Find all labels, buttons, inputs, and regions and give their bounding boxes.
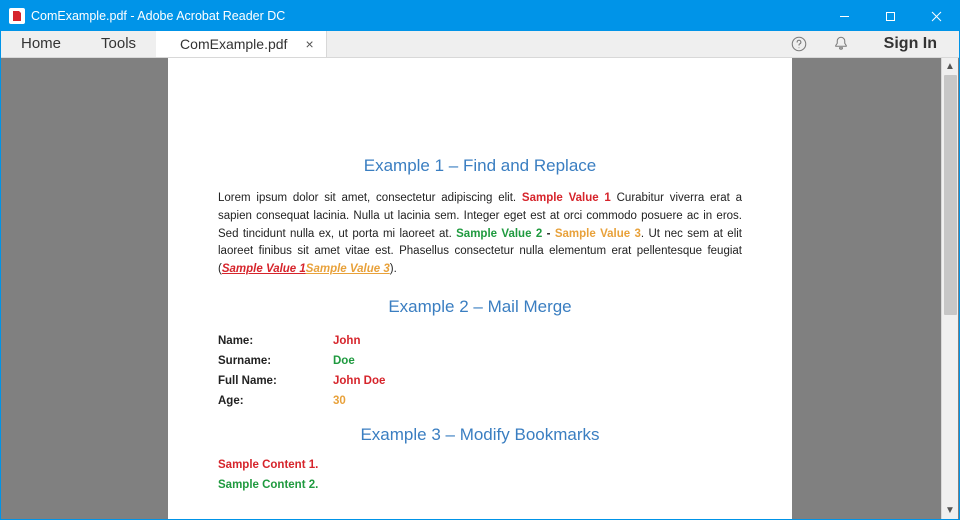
field-value: Doe <box>333 351 385 371</box>
link-sample-value-3[interactable]: Sample Value 3 <box>306 263 390 275</box>
link-sample-value-1[interactable]: Sample Value 1 <box>222 263 306 275</box>
sample-content-1: Sample Content 1. <box>218 459 742 471</box>
tab-label: ComExample.pdf <box>180 36 287 52</box>
table-row: Age:30 <box>218 391 385 411</box>
sign-in-button[interactable]: Sign In <box>862 31 959 57</box>
field-label: Full Name: <box>218 371 333 391</box>
home-button[interactable]: Home <box>1 31 81 57</box>
document-page: Example 1 – Find and Replace Lorem ipsum… <box>168 58 792 519</box>
titlebar: ComExample.pdf - Adobe Acrobat Reader DC <box>1 1 959 31</box>
heading-example-3: Example 3 – Modify Bookmarks <box>218 425 742 445</box>
bell-icon <box>832 35 850 53</box>
sample-value-2: Sample Value 2 <box>456 228 542 240</box>
toolbar: Home Tools ComExample.pdf × Sign In <box>1 31 959 58</box>
maximize-button[interactable] <box>867 1 913 31</box>
field-value: John <box>333 331 385 351</box>
help-button[interactable] <box>778 31 820 57</box>
page-wrap: Example 1 – Find and Replace Lorem ipsum… <box>155 58 805 519</box>
table-row: Name:John <box>218 331 385 351</box>
table-row: Surname:Doe <box>218 351 385 371</box>
acrobat-icon <box>9 8 25 24</box>
close-button[interactable] <box>913 1 959 31</box>
close-tab-icon[interactable]: × <box>305 37 313 51</box>
scroll-up-icon[interactable]: ▲ <box>942 58 959 75</box>
sample-content-2: Sample Content 2. <box>218 479 742 491</box>
sample-value-3: Sample Value 3 <box>555 228 641 240</box>
text-run: Lorem ipsum dolor sit amet, consectetur … <box>218 192 522 204</box>
vertical-scrollbar[interactable]: ▲ ▼ <box>941 58 958 519</box>
scroll-thumb[interactable] <box>944 75 957 315</box>
field-value: 30 <box>333 391 385 411</box>
help-icon <box>790 35 808 53</box>
field-label: Name: <box>218 331 333 351</box>
field-label: Age: <box>218 391 333 411</box>
tools-button[interactable]: Tools <box>81 31 156 57</box>
minimize-button[interactable] <box>821 1 867 31</box>
text-run: - <box>542 228 555 240</box>
scroll-down-icon[interactable]: ▼ <box>942 502 959 519</box>
gutter-right <box>805 58 959 519</box>
sample-value-1: Sample Value 1 <box>522 192 611 204</box>
scroll-track[interactable] <box>942 75 959 502</box>
paragraph-1: Lorem ipsum dolor sit amet, consectetur … <box>218 190 742 279</box>
field-value: John Doe <box>333 371 385 391</box>
mail-merge-table: Name:JohnSurname:DoeFull Name:John DoeAg… <box>218 331 385 411</box>
heading-example-1: Example 1 – Find and Replace <box>218 156 742 176</box>
gutter-left <box>1 58 155 519</box>
window-title: ComExample.pdf - Adobe Acrobat Reader DC <box>31 9 285 23</box>
table-row: Full Name:John Doe <box>218 371 385 391</box>
content-area: Example 1 – Find and Replace Lorem ipsum… <box>1 58 959 519</box>
field-label: Surname: <box>218 351 333 371</box>
notifications-button[interactable] <box>820 31 862 57</box>
document-tab[interactable]: ComExample.pdf × <box>156 31 327 57</box>
heading-example-2: Example 2 – Mail Merge <box>218 297 742 317</box>
text-run: ). <box>390 263 397 275</box>
app-window: ComExample.pdf - Adobe Acrobat Reader DC… <box>0 0 960 520</box>
